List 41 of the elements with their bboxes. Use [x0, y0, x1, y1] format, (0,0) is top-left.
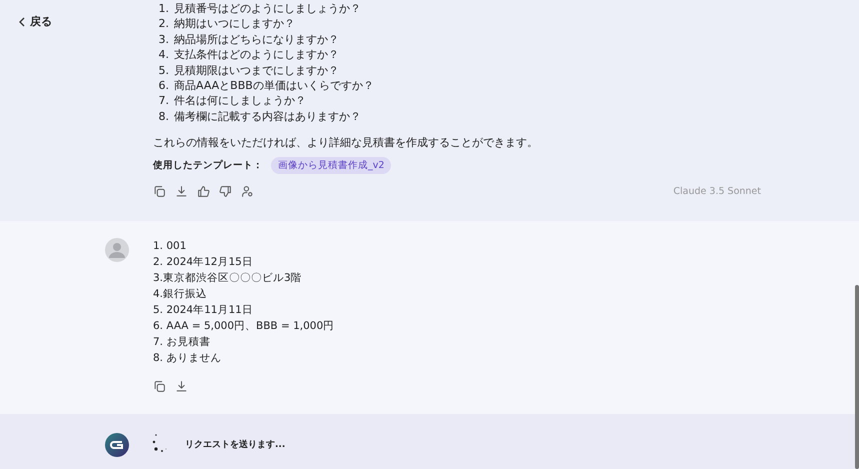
list-number: 8. — [158, 108, 169, 124]
copy-icon[interactable] — [153, 185, 166, 198]
closing-text: これらの情報をいただければ、より詳細な見積書を作成することができます。 — [153, 135, 539, 152]
question-text: 商品AAAとBBBの単価はいくらですか？ — [174, 78, 374, 94]
download-icon[interactable] — [175, 380, 188, 393]
scrollbar[interactable] — [855, 285, 859, 469]
message-line: 4.銀行振込 — [153, 287, 208, 302]
thumbs-down-icon[interactable] — [219, 185, 232, 198]
question-text: 見積番号はどのようにしましょうか？ — [174, 1, 361, 16]
message-line: 5. 2024年11月11日 — [153, 303, 254, 318]
logo-icon — [105, 433, 129, 457]
list-number: 1. — [158, 1, 169, 16]
message-line: 8. ありません — [153, 351, 222, 366]
question-text: 支払条件はどのようにしますか？ — [174, 47, 339, 63]
template-tag[interactable]: 画像から見積書作成_v2 — [271, 157, 392, 174]
list-number: 6. — [158, 78, 169, 94]
thumbs-up-icon[interactable] — [197, 185, 210, 198]
chevron-left-icon — [18, 16, 26, 26]
list-number: 2. — [158, 16, 169, 32]
list-number: 5. — [158, 62, 169, 78]
list-number: 4. — [158, 47, 169, 63]
question-text: 備考欄に記載する内容はありますか？ — [174, 108, 361, 124]
back-button[interactable]: 戻る — [16, 12, 54, 31]
message-line: 1. 001 — [153, 239, 188, 254]
list-number: 7. — [158, 93, 169, 109]
user-settings-icon[interactable] — [241, 185, 254, 198]
model-label: Claude 3.5 Sonnet — [673, 186, 761, 198]
message-line: 2. 2024年12月15日 — [153, 255, 254, 270]
download-icon[interactable] — [175, 185, 188, 198]
status-text: リクエストを送ります... — [185, 438, 286, 450]
question-text: 件名は何にしましょうか？ — [174, 93, 306, 109]
template-label: 使用したテンプレート： — [153, 159, 263, 172]
copy-icon[interactable] — [153, 380, 166, 393]
list-number: 3. — [158, 32, 169, 48]
question-text: 納期はいつにしますか？ — [174, 16, 295, 32]
message-line: 6. AAA = 5,000円、BBB = 1,000円 — [153, 319, 336, 334]
avatar-icon — [105, 238, 129, 262]
question-text: 納品場所はどちらになりますか？ — [174, 32, 339, 48]
question-text: 見積期限はいつまでにしますか？ — [174, 62, 339, 78]
message-line: 7. お見積書 — [153, 335, 212, 350]
message-line: 3.東京都渋谷区〇〇〇ビル3階 — [153, 271, 303, 286]
